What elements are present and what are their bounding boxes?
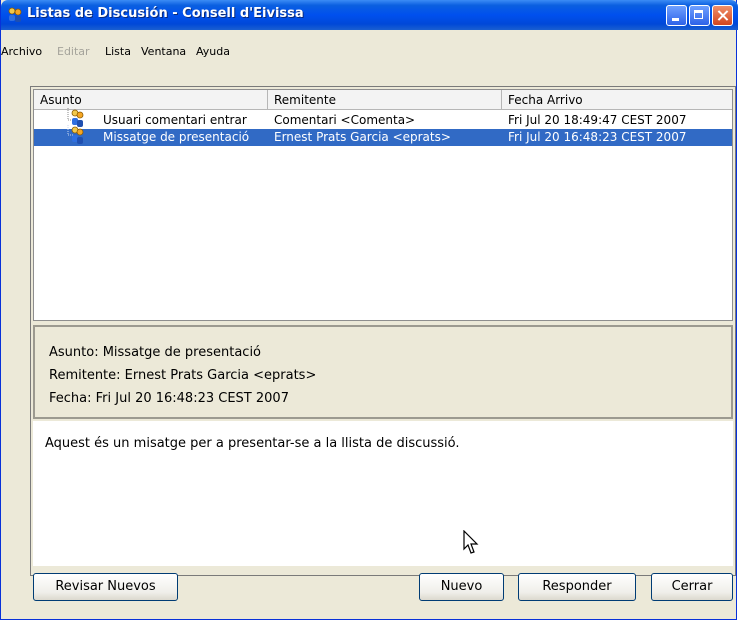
mouse-cursor-icon xyxy=(463,530,479,554)
message-detail-panel: Asunto: Missatge de presentació Remitent… xyxy=(33,325,733,419)
cell-remitente: Comentari <Comenta> xyxy=(274,113,416,127)
column-header-remitente[interactable]: Remitente xyxy=(268,90,502,110)
column-header-fecha[interactable]: Fecha Arrivo xyxy=(502,90,732,110)
detail-fecha: Fecha: Fri Jul 20 16:48:23 CEST 2007 xyxy=(49,391,289,406)
menu-ayuda[interactable]: Ayuda xyxy=(196,45,230,58)
message-table[interactable]: Asunto Remitente Fecha Arrivo Usuari com… xyxy=(33,89,733,321)
cell-fecha: Fri Jul 20 18:49:47 CEST 2007 xyxy=(508,113,687,127)
cerrar-button[interactable]: Cerrar xyxy=(651,573,733,601)
detail-asunto: Asunto: Missatge de presentació xyxy=(49,345,262,360)
cell-remitente: Ernest Prats Garcia <eprats> xyxy=(274,130,451,144)
maximize-button[interactable] xyxy=(689,5,710,26)
menu-archivo[interactable]: Archivo xyxy=(1,45,42,58)
title-bar[interactable]: Listas de Discusión - Consell d'Eivissa xyxy=(1,0,738,30)
cell-fecha: Fri Jul 20 16:48:23 CEST 2007 xyxy=(508,130,687,144)
message-body-area[interactable]: Aquest és un misatge per a presentar-se … xyxy=(33,421,733,566)
people-group-icon xyxy=(67,125,84,144)
cell-asunto: Usuari comentari entrar xyxy=(103,113,247,127)
column-header-asunto[interactable]: Asunto xyxy=(34,90,268,110)
close-button[interactable] xyxy=(712,5,733,26)
menu-lista[interactable]: Lista xyxy=(105,45,131,58)
responder-button[interactable]: Responder xyxy=(518,573,636,601)
minimize-button[interactable] xyxy=(666,5,687,26)
menu-ventana[interactable]: Ventana xyxy=(141,45,186,58)
revisar-nuevos-button[interactable]: Revisar Nuevos xyxy=(33,573,178,601)
people-group-icon xyxy=(8,7,22,22)
detail-remitente: Remitente: Ernest Prats Garcia <eprats> xyxy=(49,368,317,383)
message-body-text: Aquest és un misatge per a presentar-se … xyxy=(45,436,460,451)
window-title: Listas de Discusión - Consell d'Eivissa xyxy=(27,6,304,21)
table-row-selected[interactable]: Missatge de presentació Ernest Prats Gar… xyxy=(34,125,732,146)
table-row[interactable]: Usuari comentari entrar Comentari <Comen… xyxy=(34,108,732,129)
nuevo-button[interactable]: Nuevo xyxy=(419,573,504,601)
menu-editar[interactable]: Editar xyxy=(57,45,90,58)
cell-asunto: Missatge de presentació xyxy=(103,130,250,144)
